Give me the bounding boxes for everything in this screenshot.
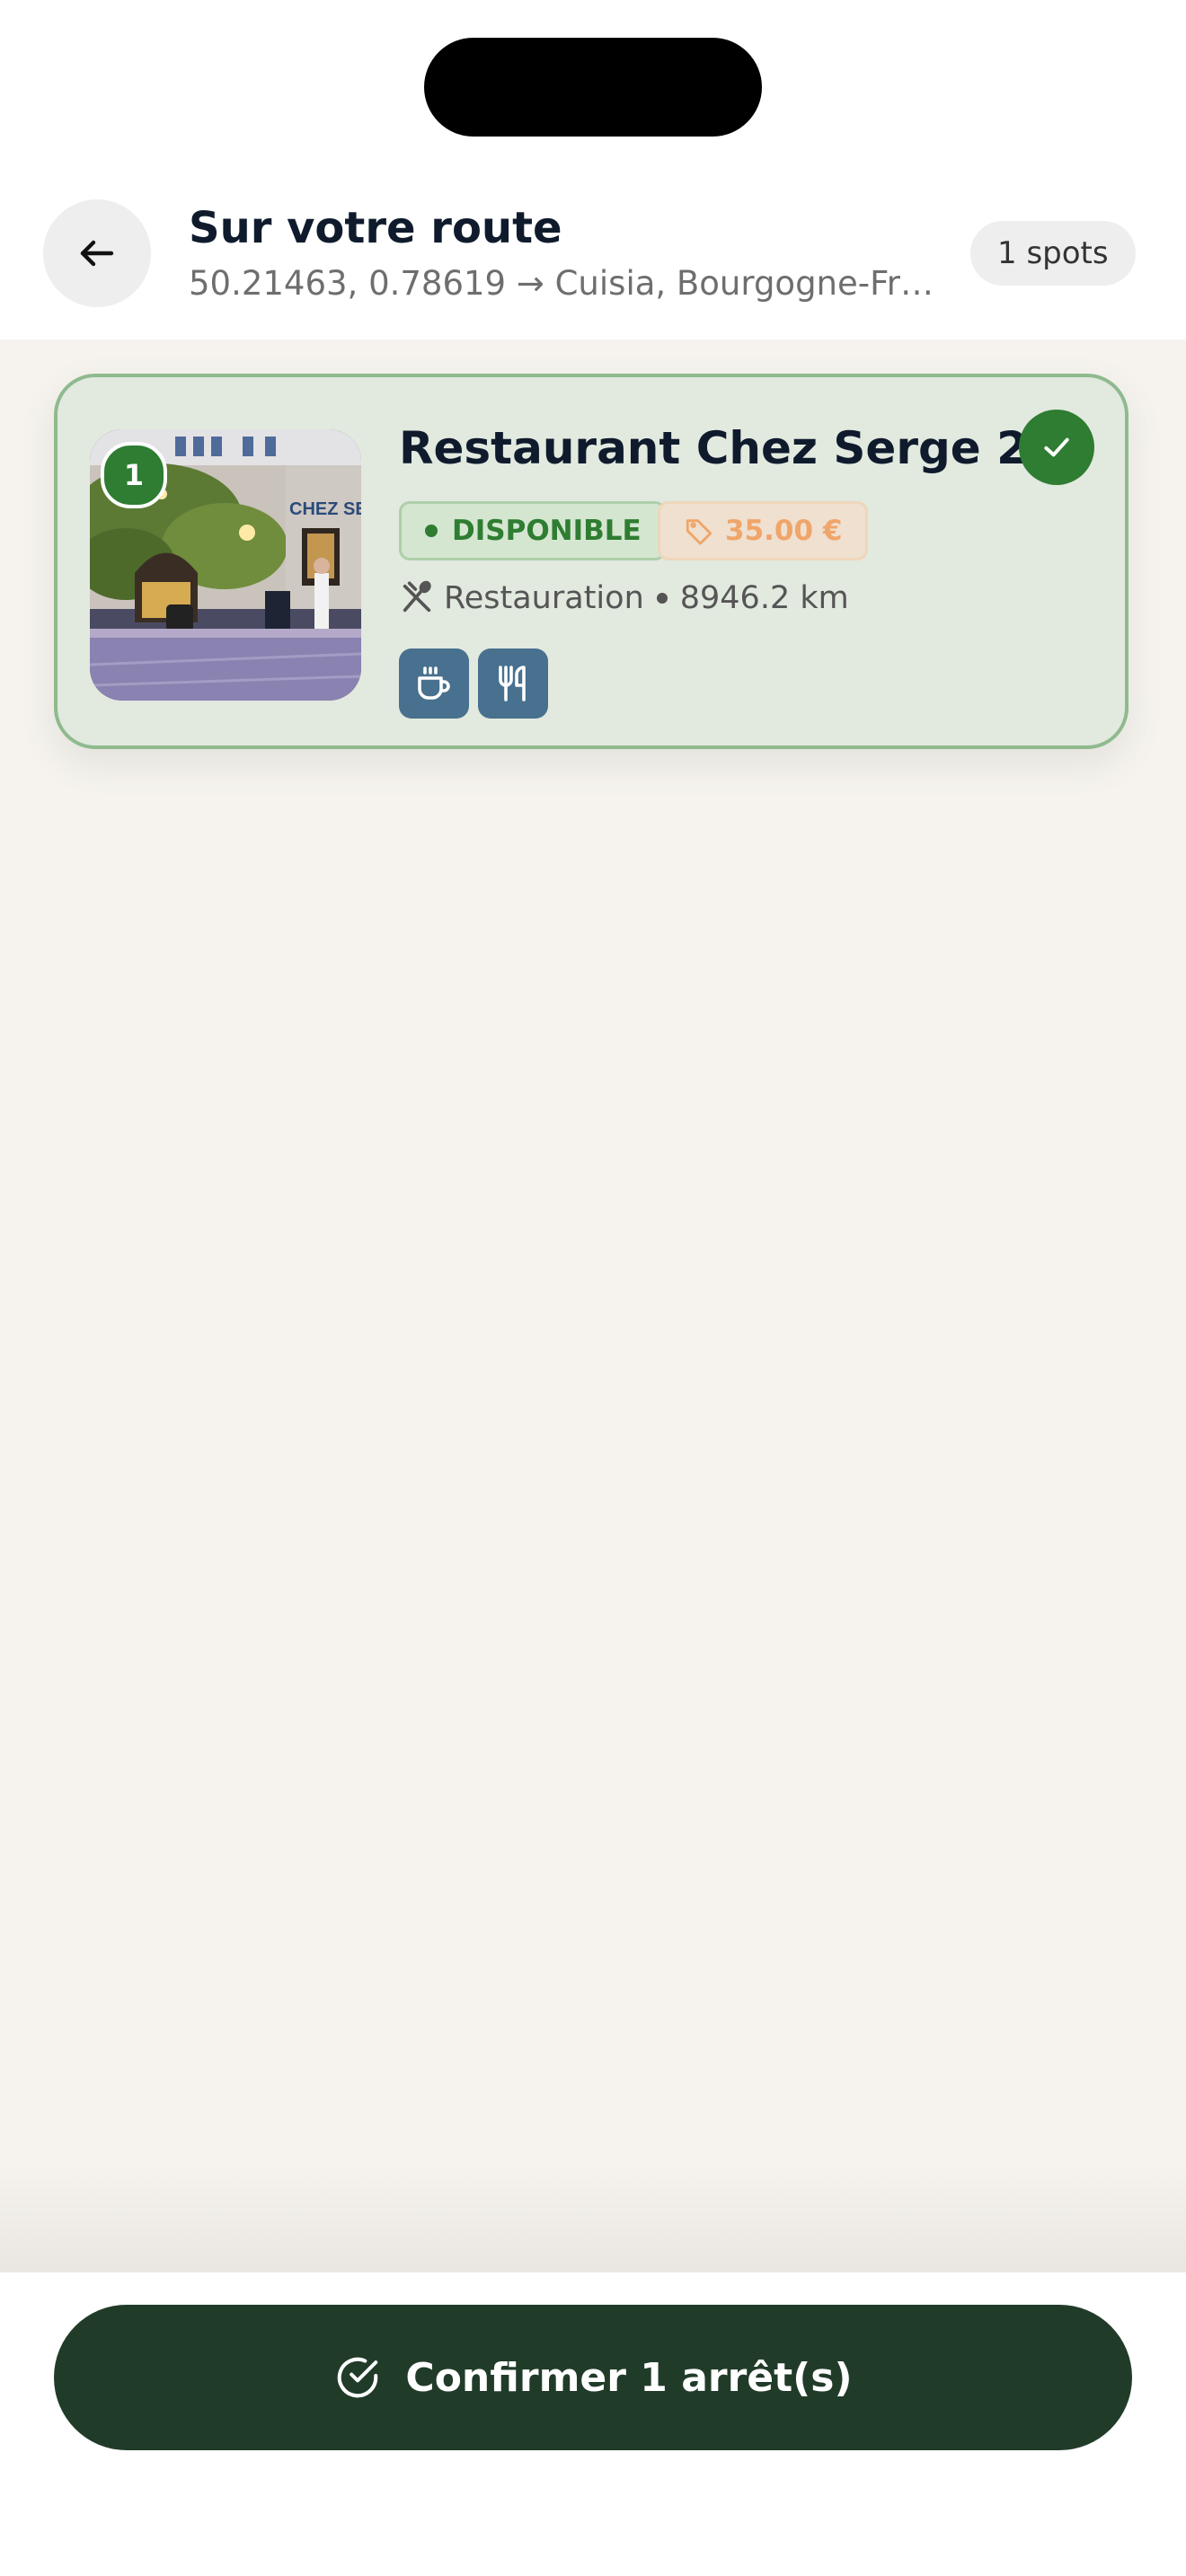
price-badge: 35.00 €: [658, 501, 869, 560]
status-badge: DISPONIBLE: [399, 501, 666, 560]
confirm-label: Confirmer 1 arrêt(s): [405, 2354, 853, 2401]
spot-card[interactable]: CHEZ SERGE 1 Restaurant Chez Serge 2 DI: [54, 374, 1128, 749]
rank-badge: 1: [101, 442, 167, 508]
category-label: Restauration: [444, 580, 644, 616]
distance-label: 8946.2 km: [679, 580, 849, 616]
check-circle-icon: [338, 2357, 378, 2398]
results-list: CHEZ SERGE 1 Restaurant Chez Serge 2 DI: [0, 340, 1186, 2272]
confirm-stops-button[interactable]: Confirmer 1 arrêt(s): [54, 2305, 1132, 2450]
separator-dot: [656, 593, 668, 604]
fork-knife-icon: [499, 666, 526, 701]
route-subtitle: 50.21463, 0.78619 → Cuisia, Bourgogne-Fr…: [189, 264, 943, 303]
coffee-cup-icon: [418, 666, 450, 700]
spot-meta: Restauration 8946.2 km: [399, 580, 849, 616]
amenity-coffee: [399, 648, 469, 719]
selected-check-button[interactable]: [1019, 410, 1094, 485]
status-label: DISPONIBLE: [452, 515, 642, 547]
bottom-fade: [0, 2165, 1186, 2272]
arrow-left-icon: [80, 240, 114, 267]
footer: Confirmer 1 arrêt(s): [0, 2272, 1186, 2576]
check-icon: [1044, 437, 1069, 457]
spots-count-badge: 1 spots: [970, 221, 1136, 286]
amenity-list: [399, 648, 548, 719]
price-label: 35.00 €: [725, 515, 843, 547]
spot-name: Restaurant Chez Serge 2: [399, 422, 1028, 474]
price-tag-icon: [686, 519, 712, 545]
back-button[interactable]: [43, 199, 151, 307]
amenity-restaurant: [478, 648, 548, 719]
camera-notch: [424, 38, 762, 137]
fork-spoon-icon: [403, 580, 431, 613]
header: Sur votre route 50.21463, 0.78619 → Cuis…: [0, 180, 1186, 340]
photo-sign-text: CHEZ SERGE: [289, 499, 361, 519]
page-title: Sur votre route: [189, 203, 562, 253]
status-dot-icon: [425, 525, 438, 537]
